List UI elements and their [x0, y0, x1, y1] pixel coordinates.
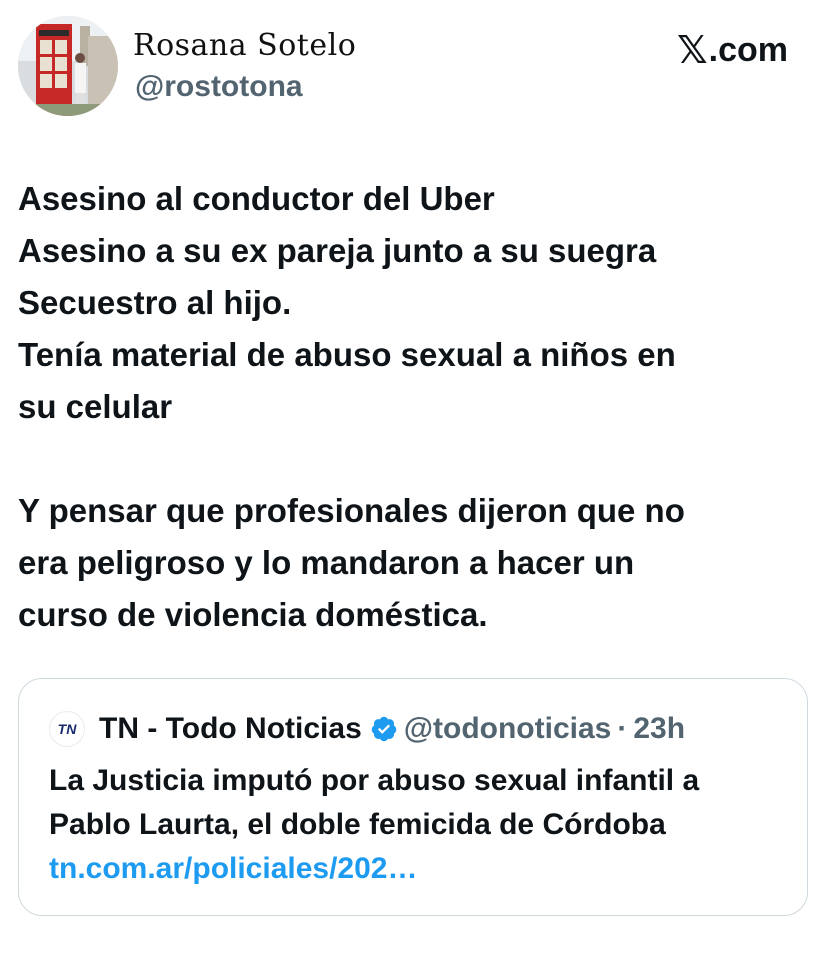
avatar-photo-icon: [18, 16, 118, 116]
quoted-author-name[interactable]: TN - Todo Noticias: [99, 712, 362, 746]
tweet-text: Asesino al conductor del Uber Asesino a …: [18, 173, 808, 641]
quoted-timestamp[interactable]: 23h: [633, 712, 685, 746]
paragraph-break: [18, 433, 808, 485]
tweet-line: Tenía material de abuso sexual a niños e…: [18, 336, 676, 373]
tn-logo-icon[interactable]: TN: [49, 711, 85, 747]
x-logo-icon: 𝕏: [677, 30, 708, 72]
tweet-line: Asesino a su ex pareja junto a su suegra: [18, 232, 657, 269]
tweet-line: Y pensar que profesionales dijeron que n…: [18, 492, 685, 529]
quoted-text-line: Pablo Laurta, el doble femicida de Córdo…: [49, 808, 666, 841]
tweet-line: su celular: [18, 388, 173, 425]
quoted-tweet-text: La Justicia imputó por abuso sexual infa…: [49, 759, 799, 891]
author-display-name[interactable]: Rosana Sotelo: [133, 28, 356, 63]
quoted-text-line: La Justicia imputó por abuso sexual infa…: [49, 764, 700, 797]
author-handle[interactable]: @rostotona: [135, 70, 303, 104]
verified-badge-icon: [370, 715, 398, 743]
tweet-line: Secuestro al hijo.: [18, 284, 292, 321]
tweet-line: Asesino al conductor del Uber: [18, 180, 495, 217]
quoted-tweet-card[interactable]: TN TN - Todo Noticias @todonoticias · 23…: [18, 678, 808, 916]
quoted-tweet-header: TN TN - Todo Noticias @todonoticias · 23…: [49, 711, 685, 747]
tweet-line: curso de violencia doméstica.: [18, 596, 488, 633]
tweet-line: era peligroso y lo mandaron a hacer un: [18, 544, 635, 581]
quoted-article-link[interactable]: tn.com.ar/policiales/202…: [49, 847, 799, 891]
separator-dot: ·: [617, 712, 628, 745]
tn-logo-text: TN: [57, 721, 77, 737]
avatar[interactable]: [18, 16, 118, 116]
x-com-suffix: .com: [708, 31, 788, 69]
x-com-logo: 𝕏 .com: [677, 28, 788, 73]
quoted-author-handle[interactable]: @todonoticias: [404, 712, 612, 746]
